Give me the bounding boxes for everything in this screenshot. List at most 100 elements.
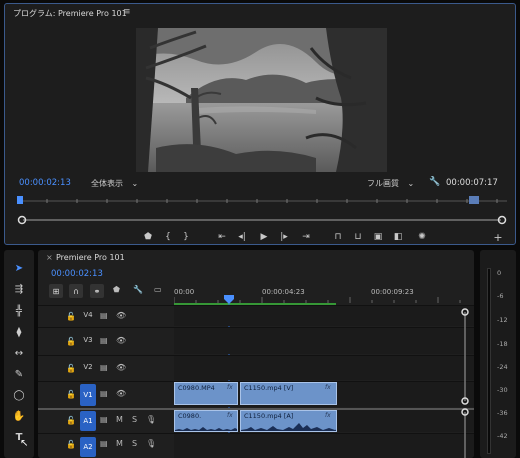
track-v1: 🔓 V1 ▤ 👁 C0980.MP4 fx C1150.mp4 [V] fx	[38, 381, 474, 407]
button-editor-plus-icon[interactable]: +	[491, 230, 505, 244]
fx-badge-icon: fx	[227, 384, 233, 391]
mute-button[interactable]: M	[116, 415, 123, 424]
meter-label: -6	[497, 292, 504, 300]
lock-icon[interactable]: 🔓	[66, 416, 76, 425]
timeline-current-timecode[interactable]: 00:00:02:13	[51, 269, 103, 279]
voiceover-mic-icon[interactable]: 🎙	[146, 415, 156, 424]
toggle-sync-lock-icon[interactable]: ▤	[100, 336, 108, 345]
insert-nest-icon[interactable]: ⊞	[49, 284, 63, 298]
audio-waveform	[241, 423, 336, 431]
track-name-v1[interactable]: V1	[80, 384, 96, 406]
zoom-dropdown-value: 全体表示	[91, 179, 123, 188]
linked-selection-icon[interactable]: ⚭	[90, 284, 104, 298]
audio-waveform	[175, 427, 237, 431]
quality-dropdown[interactable]: フル画質 ⌄	[367, 178, 414, 189]
track-name-v3[interactable]: V3	[80, 336, 96, 344]
lock-icon[interactable]: 🔓	[66, 440, 76, 449]
chevron-down-icon: ⌄	[407, 179, 415, 188]
track-a1: 🔓 A1 ▤ M S 🎙 C0980. fx C1150.mp4 [A] fx	[38, 408, 474, 432]
toggle-sync-lock-icon[interactable]: ▤	[100, 389, 108, 398]
lock-icon[interactable]: 🔓	[66, 390, 76, 399]
fx-badge-icon: fx	[227, 412, 233, 419]
transport-controls: ⬟ { } ⇤ ◂| ▶ |▸ ⇥ ⊓ ⊔ ▣ ◧ ✺ +	[17, 230, 507, 246]
program-monitor-panel: プログラム: Premiere Pro 101 ≡ 00:00:02:13 全体…	[4, 3, 516, 245]
lock-icon[interactable]: 🔓	[66, 312, 76, 321]
video-clip[interactable]: C1150.mp4 [V] fx	[240, 382, 337, 405]
eye-icon[interactable]: 👁	[116, 336, 126, 345]
timeline-settings-wrench-icon[interactable]: 🔧	[133, 285, 143, 294]
track-name-v4[interactable]: V4	[80, 311, 96, 319]
comparison-view-icon[interactable]: ◧	[391, 230, 405, 244]
track-name-a1[interactable]: A1	[80, 411, 96, 431]
program-monitor-title[interactable]: プログラム: Premiere Pro 101	[13, 8, 127, 19]
out-point-marker[interactable]	[469, 196, 479, 204]
track-name-v2[interactable]: V2	[80, 363, 96, 371]
fx-badge-icon: fx	[325, 412, 331, 419]
solo-button[interactable]: S	[132, 439, 137, 448]
toggle-sync-lock-icon[interactable]: ▤	[100, 415, 108, 424]
video-preview	[136, 28, 387, 172]
export-frame-camera-icon[interactable]: ▣	[371, 230, 385, 244]
razor-tool-icon[interactable]: ⧫	[10, 323, 28, 341]
timeline-ruler[interactable]	[174, 295, 474, 305]
audio-level-bar	[487, 268, 491, 454]
snap-magnet-icon[interactable]: ∩	[69, 284, 83, 298]
panel-menu-icon[interactable]: ≡	[123, 7, 131, 17]
close-tab-icon[interactable]: ×	[46, 253, 53, 262]
settings-wrench-icon[interactable]: 🔧	[429, 177, 440, 187]
go-to-in-icon[interactable]: ⇤	[215, 230, 229, 244]
go-to-out-icon[interactable]: ⇥	[299, 230, 313, 244]
track-select-forward-tool-icon[interactable]: ⇶	[10, 280, 28, 298]
hand-tool-icon[interactable]: ✋	[10, 407, 28, 425]
selection-tool-icon[interactable]: ➤	[10, 259, 28, 277]
lock-icon[interactable]: 🔓	[66, 364, 76, 373]
ellipse-tool-icon[interactable]: ◯	[10, 386, 28, 404]
extract-icon[interactable]: ⊔	[351, 230, 365, 244]
step-back-icon[interactable]: ◂|	[235, 230, 249, 244]
solo-button[interactable]: S	[132, 415, 137, 424]
meter-label: -30	[497, 386, 508, 394]
program-playhead-marker[interactable]	[17, 196, 23, 204]
eye-icon[interactable]: 👁	[116, 311, 126, 320]
chevron-down-icon: ⌄	[131, 179, 139, 188]
clip-label: C1150.mp4 [V]	[244, 384, 294, 392]
clip-label: C0980.MP4	[178, 384, 215, 392]
zoom-dropdown[interactable]: 全体表示 ⌄	[91, 178, 138, 189]
clip-label: C0980.	[178, 412, 202, 420]
track-v3: 🔓 V3 ▤ 👁	[38, 327, 474, 354]
step-forward-icon[interactable]: |▸	[277, 230, 291, 244]
add-marker-icon[interactable]: ⬟	[141, 230, 155, 244]
eye-icon[interactable]: 👁	[116, 363, 126, 372]
mute-button[interactable]: M	[116, 439, 123, 448]
track-name-a2[interactable]: A2	[80, 437, 96, 457]
captions-icon[interactable]: ▭	[154, 285, 162, 294]
meter-label: -12	[497, 316, 508, 324]
timeline-sequence-tab[interactable]: Premiere Pro 101	[56, 253, 125, 262]
slip-tool-icon[interactable]: ↔	[10, 344, 28, 362]
track-v2: 🔓 V2 ▤ 👁	[38, 355, 474, 380]
mark-out-icon[interactable]: }	[179, 230, 193, 244]
proxy-toggle-icon[interactable]: ✺	[415, 230, 429, 244]
program-time-ruler[interactable]	[17, 195, 507, 207]
mark-in-icon[interactable]: {	[161, 230, 175, 244]
meter-label: -36	[497, 409, 508, 417]
program-current-timecode[interactable]: 00:00:02:13	[19, 178, 71, 188]
eye-icon[interactable]: 👁	[116, 389, 126, 398]
audio-clip[interactable]: C1150.mp4 [A] fx	[240, 410, 337, 432]
toggle-sync-lock-icon[interactable]: ▤	[100, 439, 108, 448]
video-clip[interactable]: C0980.MP4 fx	[174, 382, 238, 405]
audio-clip[interactable]: C0980. fx	[174, 410, 238, 432]
meter-label: -42	[497, 432, 508, 440]
pen-tool-icon[interactable]: ✎	[10, 365, 28, 383]
video-tracks-scrollbar[interactable]	[458, 308, 472, 458]
lift-icon[interactable]: ⊓	[331, 230, 345, 244]
toggle-sync-lock-icon[interactable]: ▤	[100, 363, 108, 372]
play-icon[interactable]: ▶	[257, 230, 271, 244]
lock-icon[interactable]: 🔓	[66, 337, 76, 346]
add-marker-icon[interactable]: ⬟	[113, 285, 120, 294]
toggle-sync-lock-icon[interactable]: ▤	[100, 311, 108, 320]
meter-label: -24	[497, 363, 508, 371]
ripple-edit-tool-icon[interactable]: ╬	[10, 302, 28, 320]
zoom-scroll-bar[interactable]	[17, 213, 507, 227]
voiceover-mic-icon[interactable]: 🎙	[146, 439, 156, 448]
